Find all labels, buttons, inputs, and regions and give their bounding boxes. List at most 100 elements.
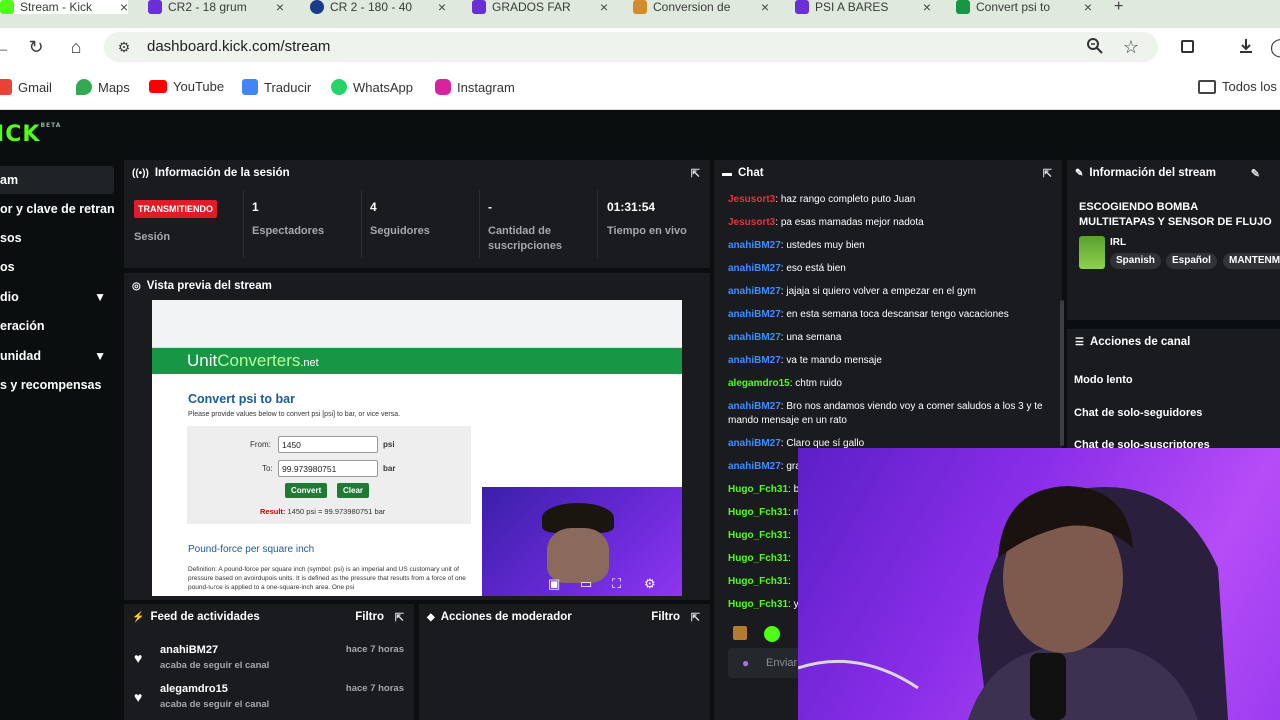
play-icon[interactable]: ▶ xyxy=(180,576,190,592)
new-tab-button[interactable]: + xyxy=(1114,0,1134,14)
bookmarks-folder[interactable]: Todos los xyxy=(1198,79,1277,94)
chat-username[interactable]: alegamdro15 xyxy=(728,378,790,389)
sidebar-item-sos[interactable]: sos xyxy=(0,224,114,252)
chat-username[interactable]: Jesusort3 xyxy=(728,194,775,205)
extensions-icon[interactable] xyxy=(1178,37,1198,57)
reload-icon[interactable]: ↻ xyxy=(26,37,46,57)
chat-username[interactable]: Hugo_Fch31 xyxy=(728,484,788,495)
chat-username[interactable]: Hugo_Fch31 xyxy=(728,530,788,541)
popout-icon[interactable]: ⇱ xyxy=(1043,167,1052,180)
chat-text: en esta semana toca descansar tengo vaca… xyxy=(786,309,1009,320)
kick-logo[interactable]: KICKBETA xyxy=(0,122,61,147)
sidebar-item-stream[interactable]: am xyxy=(0,166,114,194)
profile-icon[interactable]: ◯ xyxy=(1270,37,1280,57)
theater-icon[interactable]: ▭ xyxy=(580,576,592,592)
heart-icon: ♥ xyxy=(134,689,143,705)
sidebar-item-moderation[interactable]: eración xyxy=(0,312,114,340)
bookmark-traducir[interactable]: Traducir xyxy=(242,79,311,95)
close-tab-icon[interactable]: × xyxy=(1084,0,1092,14)
zoom-icon[interactable] xyxy=(1085,37,1105,57)
bookmark-maps[interactable]: Maps xyxy=(76,79,130,95)
edit-icon[interactable]: ✎ xyxy=(1251,167,1260,180)
popout-icon[interactable]: ⇱ xyxy=(691,611,700,624)
wrench-icon: ✎ xyxy=(1075,167,1084,179)
mute-icon[interactable]: 🔇︎ xyxy=(208,576,216,592)
chat-scrollbar[interactable] xyxy=(1060,300,1064,446)
chat-username[interactable]: anahiBM27 xyxy=(728,461,781,472)
slow-mode-toggle[interactable]: Modo lento xyxy=(1074,374,1133,386)
stat-viewers: 1 Espectadores xyxy=(244,190,362,258)
close-tab-icon[interactable]: × xyxy=(438,0,446,14)
stream-preview-video[interactable]: UnitConverters.net Convert psi to bar Pl… xyxy=(152,300,682,596)
site-settings-icon[interactable]: ⚙ xyxy=(114,37,134,57)
feed-user[interactable]: anahiBM27 xyxy=(160,644,218,656)
feed-user[interactable]: alegamdro15 xyxy=(160,683,228,695)
bookmark-instagram[interactable]: Instagram xyxy=(435,79,515,95)
chat-username[interactable]: anahiBM27 xyxy=(728,438,781,449)
filter-button[interactable]: Filtro xyxy=(355,611,384,623)
sidebar-item-audio[interactable]: dio ▼ xyxy=(0,283,114,311)
back-icon[interactable]: ← xyxy=(0,37,12,57)
tab-conversion[interactable]: Conversion de × xyxy=(633,0,769,14)
close-tab-icon[interactable]: × xyxy=(276,0,284,14)
home-icon[interactable]: ⌂ xyxy=(66,37,86,57)
tab-cr2[interactable]: CR2 - 18 grum × xyxy=(148,0,284,14)
filter-button[interactable]: Filtro xyxy=(651,611,680,623)
stream-tag[interactable]: MANTENM xyxy=(1223,253,1280,269)
stream-tag[interactable]: Spanish xyxy=(1110,253,1161,269)
shield-icon: ◆ xyxy=(427,611,435,623)
chat-username[interactable]: anahiBM27 xyxy=(728,355,781,366)
fullscreen-icon[interactable]: ⛶ xyxy=(612,576,621,592)
chat-input[interactable]: ● Enviar xyxy=(728,648,808,678)
chat-username[interactable]: Hugo_Fch31 xyxy=(728,599,788,610)
sidebar-item-community[interactable]: unidad ▼ xyxy=(0,342,114,370)
url-text[interactable]: dashboard.kick.com/stream xyxy=(147,38,330,55)
live-badge: TRANSMITIENDO xyxy=(134,200,217,218)
tab-kick-stream[interactable]: Stream - Kick × xyxy=(0,0,128,14)
chat-username[interactable]: anahiBM27 xyxy=(728,332,781,343)
sidebar-item-rewards[interactable]: s y recompensas xyxy=(0,371,114,399)
sidebar-item-label: eración xyxy=(0,319,45,333)
sidebar-item-os[interactable]: os xyxy=(0,253,114,281)
bookmark-gmail[interactable]: Gmail xyxy=(0,79,52,95)
chat-username[interactable]: anahiBM27 xyxy=(728,263,781,274)
chat-username[interactable]: Jesusort3 xyxy=(728,217,775,228)
stream-category[interactable]: IRL xyxy=(1110,237,1126,248)
feed-time: hace 7 horas xyxy=(345,644,404,655)
download-icon[interactable] xyxy=(1236,37,1256,57)
pip-icon[interactable]: ▣ xyxy=(548,576,560,592)
chat-username[interactable]: anahiBM27 xyxy=(728,286,781,297)
bookmark-whatsapp[interactable]: WhatsApp xyxy=(331,79,413,95)
close-tab-icon[interactable]: × xyxy=(923,0,931,14)
sidebar-item-stream-key[interactable]: or y clave de retransm xyxy=(0,195,114,223)
stream-tag[interactable]: Español xyxy=(1166,253,1217,269)
gift-icon[interactable] xyxy=(733,626,747,640)
stat-followers: 4 Seguidores xyxy=(362,190,480,258)
tab-convert-psi[interactable]: Convert psi to × xyxy=(956,0,1092,14)
maps-icon xyxy=(76,79,92,95)
panel-header: ((•)) Información de la sesión ⇱ xyxy=(124,160,710,186)
chat-text: eso está bien xyxy=(786,263,846,274)
popout-icon[interactable]: ⇱ xyxy=(395,611,404,624)
chat-username[interactable]: Hugo_Fch31 xyxy=(728,576,788,587)
bookmark-youtube[interactable]: YouTube xyxy=(149,79,224,94)
tab-grados-far[interactable]: GRADOS FAR × xyxy=(472,0,608,14)
tab-cr2-180[interactable]: CR 2 - 180 - 40 × xyxy=(310,0,446,14)
favicon-icon xyxy=(310,0,324,14)
emote-icon[interactable] xyxy=(764,626,780,642)
close-tab-icon[interactable]: × xyxy=(761,0,769,14)
followers-only-toggle[interactable]: Chat de solo-seguidores xyxy=(1074,407,1202,419)
chat-username[interactable]: anahiBM27 xyxy=(728,309,781,320)
gear-icon[interactable]: ⚙ xyxy=(644,576,656,592)
chat-username[interactable]: Hugo_Fch31 xyxy=(728,553,788,564)
bookmark-star-icon[interactable]: ☆ xyxy=(1121,37,1141,57)
popout-icon[interactable]: ⇱ xyxy=(691,167,700,180)
chat-username[interactable]: Hugo_Fch31 xyxy=(728,507,788,518)
chat-username[interactable]: anahiBM27 xyxy=(728,401,781,412)
close-tab-icon[interactable]: × xyxy=(120,0,128,14)
chat-username[interactable]: anahiBM27 xyxy=(728,240,781,251)
close-tab-icon[interactable]: × xyxy=(600,0,608,14)
favicon-icon xyxy=(956,0,970,14)
preview-person-face xyxy=(547,528,609,583)
tab-psi-a-bares[interactable]: PSI A BARES × xyxy=(795,0,931,14)
